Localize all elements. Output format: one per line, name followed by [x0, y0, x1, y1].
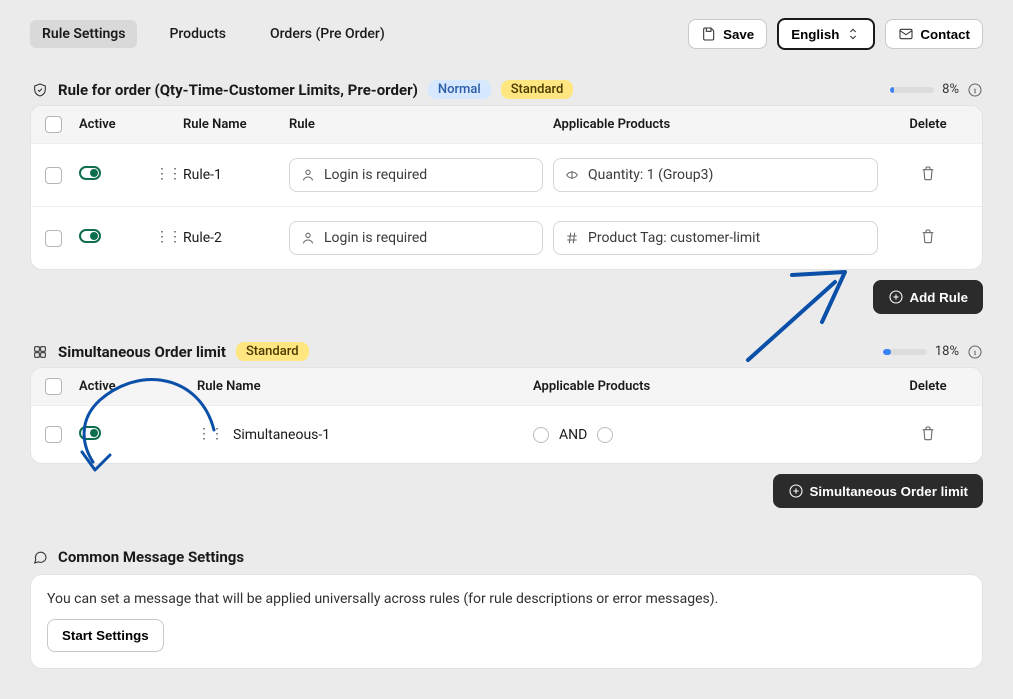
th-active: Active [79, 117, 155, 132]
product-pill[interactable]: Quantity: 1 (Group3) [553, 158, 878, 192]
save-button[interactable]: Save [688, 19, 767, 49]
rule-name[interactable]: Simultaneous-1 [233, 427, 330, 443]
hash-icon [564, 230, 580, 246]
select-all-checkbox[interactable] [45, 116, 62, 133]
section1-meter [890, 87, 934, 93]
add-simultaneous-label: Simultaneous Order limit [810, 484, 969, 499]
plus-circle-icon [788, 483, 804, 499]
section2-header: Simultaneous Order limit Standard 18% [32, 342, 983, 361]
badge-standard: Standard [236, 342, 309, 361]
radio-left[interactable] [533, 427, 549, 443]
top-bar: Rule Settings Products Orders (Pre Order… [30, 18, 983, 50]
product-text: Product Tag: customer-limit [588, 230, 760, 246]
product-pill[interactable]: Product Tag: customer-limit [553, 221, 878, 255]
message-desc: You can set a message that will be appli… [47, 591, 966, 607]
delete-button[interactable] [888, 425, 968, 441]
active-toggle[interactable] [79, 426, 101, 440]
delete-button[interactable] [888, 228, 968, 244]
quantity-icon [564, 167, 580, 183]
and-group: AND [533, 427, 888, 443]
contact-button[interactable]: Contact [885, 19, 983, 49]
delete-button[interactable] [888, 165, 968, 181]
section1-table: Active Rule Name Rule Applicable Product… [30, 105, 983, 270]
rule-text: Login is required [324, 167, 427, 183]
row-checkbox[interactable] [45, 167, 62, 184]
th-applicable: Applicable Products [533, 379, 888, 394]
drag-handle-icon[interactable] [155, 233, 181, 243]
row-checkbox[interactable] [45, 426, 62, 443]
section1-thead: Active Rule Name Rule Applicable Product… [31, 106, 982, 143]
start-settings-button[interactable]: Start Settings [47, 619, 164, 652]
th-delete: Delete [888, 117, 968, 132]
info-icon[interactable] [967, 344, 983, 360]
tab-orders[interactable]: Orders (Pre Order) [258, 20, 397, 48]
save-icon [701, 26, 717, 42]
badge-standard: Standard [501, 80, 574, 99]
contact-label: Contact [920, 27, 970, 42]
select-all-checkbox[interactable] [45, 378, 62, 395]
section1-title: Rule for order (Qty-Time-Customer Limits… [58, 81, 418, 99]
tab-rule-settings[interactable]: Rule Settings [30, 20, 137, 48]
shield-icon [32, 82, 48, 98]
trash-icon [920, 165, 936, 181]
th-applicable: Applicable Products [553, 117, 888, 132]
row-checkbox[interactable] [45, 230, 62, 247]
th-rule-name: Rule Name [197, 379, 533, 394]
section2-percent: 18% [935, 344, 959, 359]
person-icon [300, 230, 316, 246]
rule-name[interactable]: Rule-1 [183, 167, 289, 183]
badge-normal: Normal [428, 80, 491, 99]
section1-header: Rule for order (Qty-Time-Customer Limits… [32, 80, 983, 99]
mail-icon [898, 26, 914, 42]
info-icon[interactable] [967, 82, 983, 98]
active-toggle[interactable] [79, 229, 101, 243]
table-row: Simultaneous-1 AND [31, 405, 982, 463]
th-rule: Rule [289, 117, 553, 132]
language-select[interactable]: English [777, 18, 875, 50]
and-label: AND [559, 427, 587, 443]
drag-handle-icon[interactable] [155, 170, 181, 180]
plus-circle-icon [888, 289, 904, 305]
product-text: Quantity: 1 (Group3) [588, 167, 713, 183]
trash-icon [920, 425, 936, 441]
th-active: Active [79, 379, 155, 394]
table-row: Rule-1 Login is required Quantity: 1 (Gr… [31, 143, 982, 206]
active-toggle[interactable] [79, 166, 101, 180]
trash-icon [920, 228, 936, 244]
order-limit-icon [32, 344, 48, 360]
section3-header: Common Message Settings [32, 548, 983, 566]
section2-meter [883, 349, 927, 355]
message-card: You can set a message that will be appli… [30, 574, 983, 669]
language-label: English [791, 27, 839, 42]
sort-icon [845, 26, 861, 42]
save-label: Save [723, 27, 754, 42]
section2-table: Active Rule Name Applicable Products Del… [30, 367, 983, 464]
section2-title: Simultaneous Order limit [58, 343, 226, 361]
add-rule-button[interactable]: Add Rule [873, 280, 984, 314]
tab-products[interactable]: Products [157, 20, 238, 48]
section3-title: Common Message Settings [58, 548, 244, 566]
start-settings-label: Start Settings [62, 628, 149, 643]
rule-name[interactable]: Rule-2 [183, 230, 289, 246]
rule-pill[interactable]: Login is required [289, 221, 543, 255]
top-actions: Save English Contact [688, 18, 983, 50]
add-rule-label: Add Rule [910, 290, 969, 305]
rule-pill[interactable]: Login is required [289, 158, 543, 192]
rule-text: Login is required [324, 230, 427, 246]
message-icon [32, 549, 48, 565]
add-simultaneous-button[interactable]: Simultaneous Order limit [773, 474, 984, 508]
th-delete: Delete [888, 379, 968, 394]
person-icon [300, 167, 316, 183]
drag-handle-icon[interactable] [197, 430, 223, 440]
tab-strip: Rule Settings Products Orders (Pre Order… [30, 20, 397, 48]
th-rule-name: Rule Name [183, 117, 289, 132]
radio-right[interactable] [597, 427, 613, 443]
section2-thead: Active Rule Name Applicable Products Del… [31, 368, 982, 405]
table-row: Rule-2 Login is required Product Tag: cu… [31, 206, 982, 269]
section1-percent: 8% [942, 82, 959, 97]
